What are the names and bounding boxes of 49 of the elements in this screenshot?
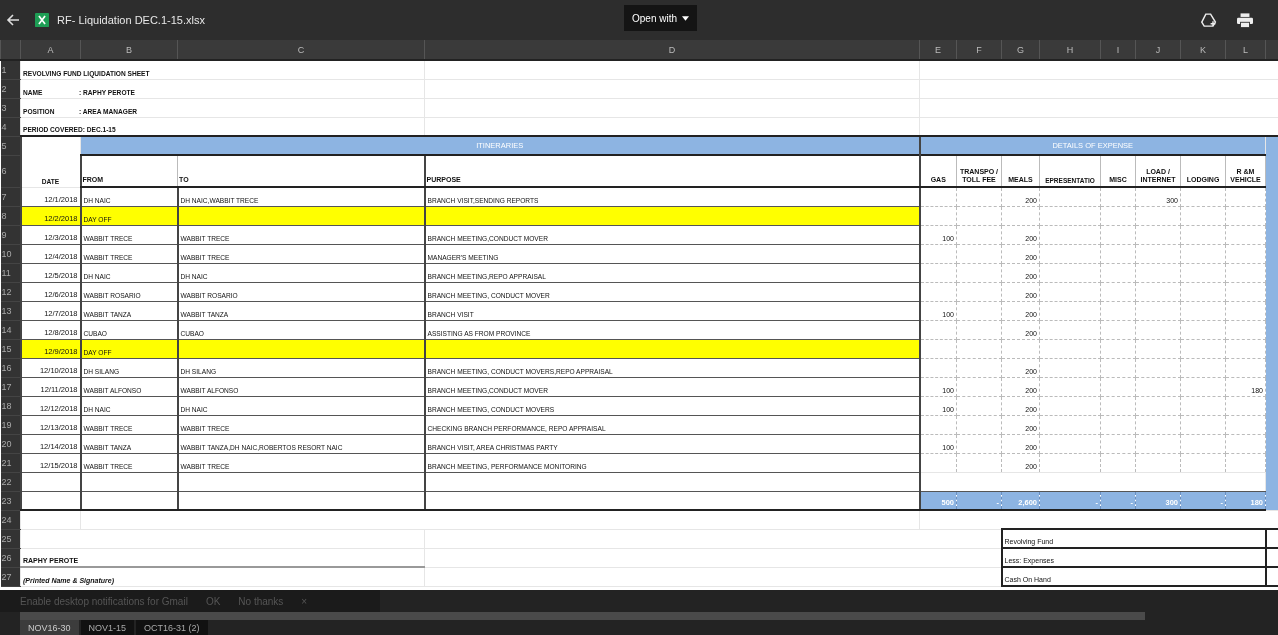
column-header[interactable]: J bbox=[1135, 40, 1181, 60]
file-title: RF- Liquidation DEC.1-15.xlsx bbox=[57, 14, 205, 26]
row-number: 11 bbox=[0, 263, 21, 282]
open-with-button[interactable]: Open with bbox=[624, 5, 698, 31]
column-header[interactable]: F bbox=[956, 40, 1002, 60]
row-number: 22 bbox=[0, 472, 21, 491]
column-header[interactable]: K bbox=[1180, 40, 1226, 60]
column-header[interactable]: A bbox=[20, 40, 81, 60]
caret-icon bbox=[682, 15, 690, 21]
column-header[interactable]: E bbox=[919, 40, 957, 60]
row-number: 27 bbox=[0, 567, 21, 586]
row-number: 21 bbox=[0, 453, 21, 472]
column-header[interactable]: B bbox=[80, 40, 178, 60]
add-to-drive-icon[interactable] bbox=[1201, 12, 1217, 28]
row-number: 13 bbox=[0, 301, 21, 320]
row-number: 9 bbox=[0, 225, 21, 244]
row-number: 24 bbox=[0, 510, 21, 529]
column-header[interactable]: G bbox=[1001, 40, 1040, 60]
column-header[interactable]: D bbox=[424, 40, 920, 60]
row-number: 26 bbox=[0, 548, 21, 567]
sheet-tab[interactable]: NOV16-30 bbox=[20, 620, 79, 635]
row-number: 25 bbox=[0, 529, 21, 548]
row-number: 14 bbox=[0, 320, 21, 339]
row-number: 12 bbox=[0, 282, 21, 301]
sheet-tab[interactable]: OCT16-31 (2) bbox=[136, 620, 208, 635]
sheet-tab[interactable]: NOV1-15 bbox=[80, 620, 135, 635]
row-number: 7 bbox=[0, 187, 21, 206]
row-number: 6 bbox=[0, 155, 21, 187]
row-number: 5 bbox=[0, 136, 21, 155]
column-header[interactable]: I bbox=[1100, 40, 1136, 60]
row-number: 10 bbox=[0, 244, 21, 263]
print-icon[interactable] bbox=[1237, 12, 1253, 28]
scrollbar-thumb[interactable] bbox=[20, 612, 1145, 620]
row-number: 19 bbox=[0, 415, 21, 434]
row-number: 15 bbox=[0, 339, 21, 358]
row-number: 4 bbox=[0, 117, 21, 136]
row-number: 17 bbox=[0, 377, 21, 396]
back-arrow-icon[interactable] bbox=[5, 12, 21, 28]
row-number: 8 bbox=[0, 206, 21, 225]
row-number: 23 bbox=[0, 491, 21, 510]
row-number: 20 bbox=[0, 434, 21, 453]
row-number: 18 bbox=[0, 396, 21, 415]
spreadsheet-file-icon bbox=[35, 13, 49, 27]
column-header[interactable]: H bbox=[1039, 40, 1101, 60]
row-number: 16 bbox=[0, 358, 21, 377]
column-header[interactable]: C bbox=[177, 40, 425, 60]
column-header[interactable]: L bbox=[1225, 40, 1266, 60]
row-number: 3 bbox=[0, 98, 21, 117]
row-number: 2 bbox=[0, 79, 21, 98]
